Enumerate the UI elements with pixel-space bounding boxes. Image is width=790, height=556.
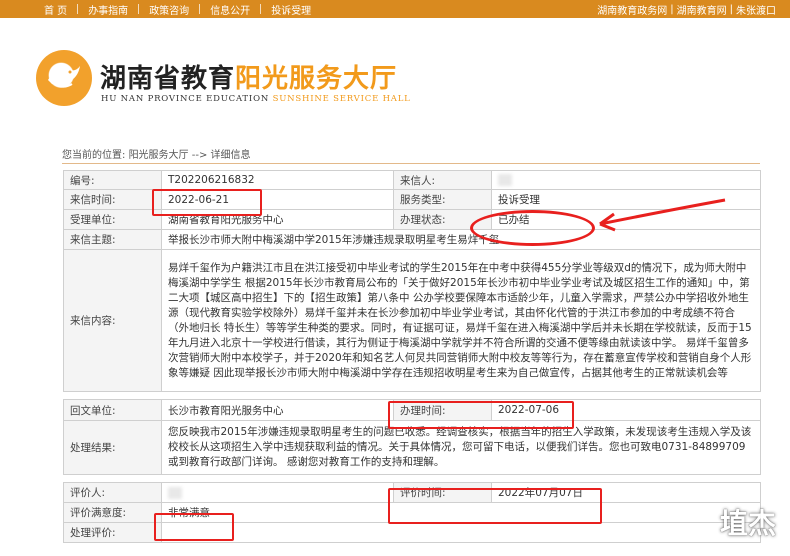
- nav-home[interactable]: 首 页: [34, 2, 77, 17]
- redacted-sender: [498, 174, 512, 186]
- breadcrumb-home-link[interactable]: 阳光服务大厅: [129, 150, 189, 161]
- id-value: T202206216832: [161, 170, 394, 190]
- evaluator-value: [161, 482, 394, 503]
- top-nav-bar: 首 页 办事指南 政策咨询 信息公开 投诉受理 湖南教育政务网 | 湖南教育网 …: [0, 0, 790, 18]
- annotation-date-box: [152, 189, 262, 216]
- top-nav-links: 首 页 办事指南 政策咨询 信息公开 投诉受理: [34, 0, 321, 18]
- nav-complaint[interactable]: 投诉受理: [261, 2, 321, 17]
- subject-label: 来信主题:: [63, 229, 162, 250]
- nav-divider: [138, 4, 140, 14]
- comment-value: [161, 522, 761, 543]
- content-value: 易烊千玺作为户籍洪江市且在洪江接受初中毕业考试的学生2015年在中考中获得455…: [161, 249, 761, 392]
- site-title-english: HU NAN PROVINCE EDUCATION SUNSHINE SERVI…: [101, 94, 411, 104]
- annotation-handling-time-box: [388, 401, 574, 429]
- annotation-satisfaction-box: [154, 513, 234, 541]
- nav-guide[interactable]: 办事指南: [78, 2, 138, 17]
- table-row: 编号: T202206216832 来信人:: [63, 170, 761, 190]
- reply-unit-value: 长沙市教育阳光服务中心: [161, 399, 394, 421]
- link-zhuzhangdukou[interactable]: 朱张渡口: [736, 2, 776, 17]
- reply-unit-label: 回文单位:: [63, 399, 162, 421]
- evaluator-label: 评价人:: [63, 482, 162, 503]
- content-label: 来信内容:: [63, 249, 162, 392]
- site-logo[interactable]: [36, 50, 92, 106]
- nav-disclosure[interactable]: 信息公开: [200, 2, 260, 17]
- service-type-label: 服务类型:: [393, 189, 492, 210]
- nav-divider: [199, 4, 201, 14]
- breadcrumb-divider: [62, 163, 760, 164]
- breadcrumb: 您当前的位置: 阳光服务大厅 --> 详细信息: [62, 150, 251, 161]
- comment-label: 处理评价:: [63, 522, 162, 543]
- site-header: 湖南省教育阳光服务大厅 HU NAN PROVINCE EDUCATION SU…: [0, 18, 790, 128]
- breadcrumb-current: 详细信息: [210, 150, 251, 161]
- table-row: 来信内容: 易烊千玺作为户籍洪江市且在洪江接受初中毕业考试的学生2015年在中考…: [63, 249, 761, 392]
- date-label: 来信时间:: [63, 189, 162, 210]
- nav-divider: [260, 4, 262, 14]
- top-nav-external-links: 湖南教育政务网 | 湖南教育网 | 朱张渡口: [597, 2, 776, 17]
- handling-unit-label: 受理单位:: [63, 209, 162, 230]
- result-label: 处理结果:: [63, 420, 162, 475]
- satisfaction-label: 评价满意度:: [63, 502, 162, 523]
- redacted-evaluator: [168, 486, 182, 499]
- annotation-arrow-icon: [599, 198, 726, 232]
- annotation-evaluation-time-box: [388, 488, 602, 524]
- link-education-net[interactable]: 湖南教育网: [677, 2, 727, 17]
- watermark: 埴杰: [719, 507, 776, 540]
- site-title: 湖南省教育阳光服务大厅: [100, 64, 398, 94]
- bird-icon: [48, 66, 80, 88]
- sender-value: [491, 170, 761, 190]
- nav-divider: [77, 4, 79, 14]
- id-label: 编号:: [63, 170, 162, 190]
- link-education-gov[interactable]: 湖南教育政务网: [597, 2, 667, 17]
- nav-policy[interactable]: 政策咨询: [139, 2, 199, 17]
- sender-label: 来信人:: [393, 170, 492, 190]
